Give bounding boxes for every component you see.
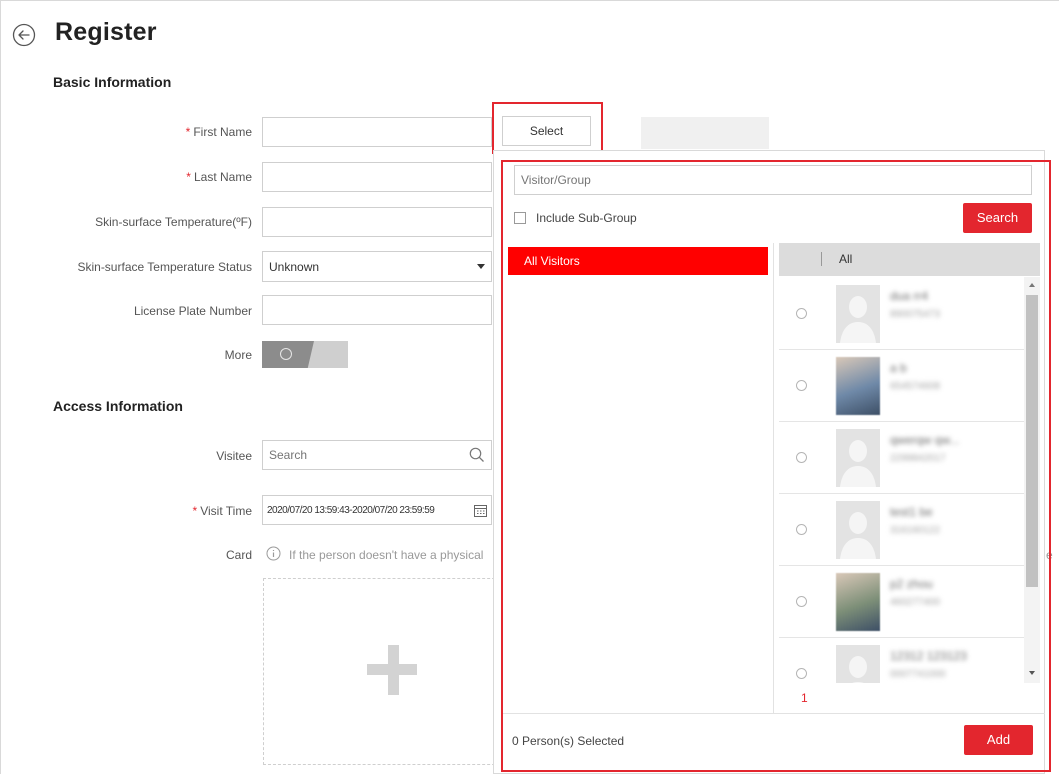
toggle-off-icon — [280, 348, 292, 360]
first-name-input[interactable] — [262, 117, 492, 147]
photo-placeholder — [641, 117, 769, 149]
top-border — [0, 0, 1059, 7]
first-name-label: * First Name — [185, 125, 252, 139]
card-hint: If the person doesn't have a physical — [289, 548, 484, 562]
card-label: Card — [225, 548, 252, 562]
visit-time-label: * Visit Time — [192, 504, 252, 518]
search-icon[interactable] — [469, 447, 485, 463]
skin-temperature-input[interactable] — [262, 207, 492, 237]
skin-status-select[interactable]: Unknown — [262, 251, 492, 282]
more-toggle[interactable] — [262, 341, 348, 368]
chevron-down-icon — [477, 264, 485, 269]
license-plate-label: License Plate Number — [133, 304, 252, 318]
plus-icon-bar — [367, 664, 417, 675]
last-name-label: * Last Name — [186, 170, 252, 184]
skin-status-label: Skin-surface Temperature Status — [77, 260, 252, 274]
back-arrow-icon[interactable] — [12, 23, 36, 47]
more-label: More — [224, 348, 252, 362]
section-access-information: Access Information — [53, 398, 183, 414]
visit-time-value: 2020/07/20 13:59:43-2020/07/20 23:59:59 — [267, 504, 435, 516]
page-title: Register — [55, 18, 157, 46]
highlight-frame-select — [492, 102, 603, 154]
info-icon — [266, 546, 281, 561]
skin-temperature-label: Skin-surface Temperature(ºF) — [95, 215, 252, 229]
section-basic-information: Basic Information — [53, 74, 172, 90]
visitee-label: Visitee — [216, 449, 252, 463]
calendar-icon[interactable] — [474, 504, 487, 517]
license-plate-input[interactable] — [262, 295, 492, 325]
highlight-frame-panel — [501, 160, 1051, 772]
skin-status-value: Unknown — [269, 259, 320, 274]
last-name-input[interactable] — [262, 162, 492, 192]
visitee-search-input[interactable] — [262, 440, 492, 470]
visitee-search — [262, 440, 492, 470]
visit-time-input[interactable]: 2020/07/20 13:59:43-2020/07/20 23:59:59 — [262, 495, 492, 525]
left-border — [0, 0, 7, 774]
